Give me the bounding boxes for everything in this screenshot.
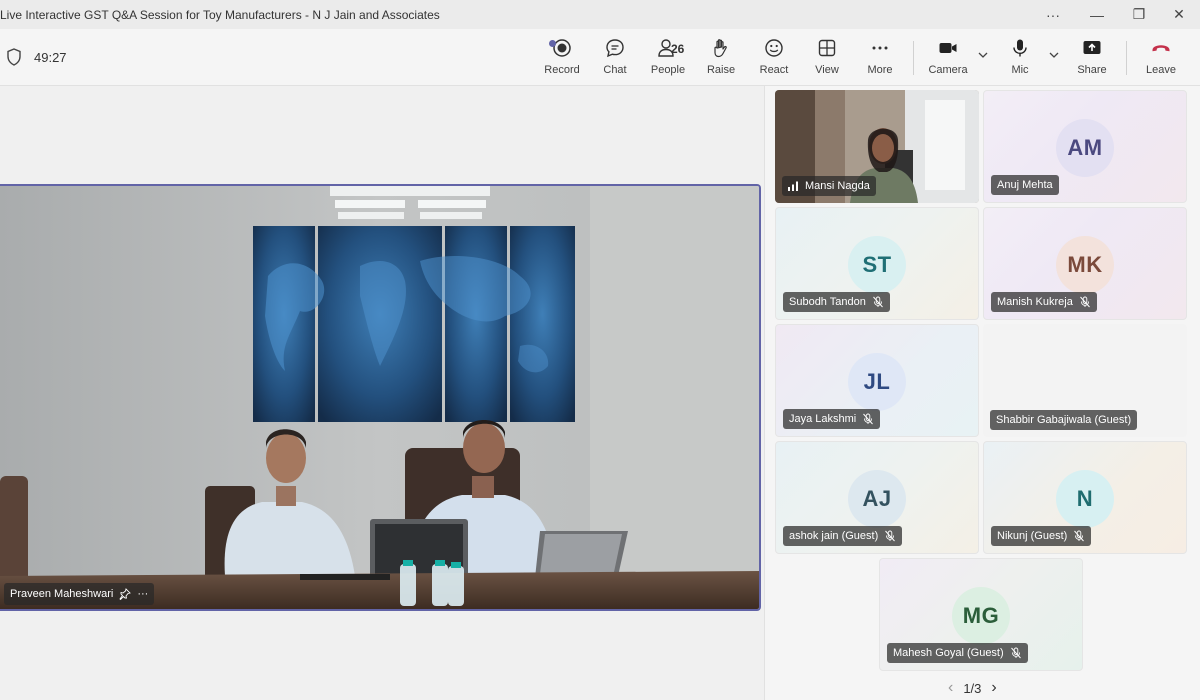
next-page-chevron-right-icon[interactable]: › <box>991 679 996 697</box>
view-label: View <box>815 64 839 76</box>
record-label: Record <box>544 64 580 76</box>
smiley-icon <box>765 39 783 57</box>
camera-icon <box>939 43 957 53</box>
mic-off-icon <box>863 413 874 425</box>
mic-off-icon <box>885 530 896 542</box>
people-count-badge: 26 <box>671 42 685 56</box>
raise-hand-icon <box>714 39 727 58</box>
mic-label: Mic <box>1011 64 1029 76</box>
participant-tile-anuj-mehta[interactable]: AM Anuj Mehta <box>983 90 1187 203</box>
avatar: JL <box>848 353 906 411</box>
microphone-icon <box>1013 39 1027 57</box>
avatar: MK <box>1056 236 1114 294</box>
gallery-pager: ‹ 1/3 › <box>948 679 997 697</box>
main-video-more-button[interactable]: ··· <box>137 588 148 600</box>
signal-strength-icon <box>788 181 798 191</box>
participant-nametag: Anuj Mehta <box>991 175 1059 195</box>
participant-nametag: Manish Kukreja <box>991 292 1097 312</box>
participant-nametag: ashok jain (Guest) <box>783 526 903 546</box>
avatar: AM <box>1056 119 1114 177</box>
mic-off-icon <box>1079 296 1090 308</box>
participant-name: Shabbir Gabajiwala (Guest) <box>996 414 1132 426</box>
hang-up-phone-icon <box>1152 45 1170 52</box>
participant-nametag: Subodh Tandon <box>783 292 890 312</box>
participant-name: ashok jain (Guest) <box>789 530 879 542</box>
maximize-button[interactable]: ❐ <box>1118 0 1160 29</box>
participant-name: Mahesh Goyal (Guest) <box>893 647 1004 659</box>
chat-icon <box>606 39 624 58</box>
meeting-toolbar: 49:27 Record Chat People 26 Raise React … <box>0 29 1200 86</box>
page-indicator: 1/3 <box>963 680 982 696</box>
participant-tile-ashok-jain[interactable]: AJ ashok jain (Guest) <box>775 441 979 554</box>
record-button[interactable]: Record <box>536 37 588 81</box>
avatar: N <box>1056 470 1114 528</box>
avatar: MG <box>952 587 1010 645</box>
react-button[interactable]: React <box>748 37 800 81</box>
close-window-button[interactable]: ✕ <box>1158 0 1200 29</box>
toolbar-divider <box>1126 41 1127 75</box>
chat-button[interactable]: Chat <box>589 37 641 81</box>
camera-options-chevron-down-icon[interactable] <box>977 49 989 61</box>
participant-tile-nikunj[interactable]: N Nikunj (Guest) <box>983 441 1187 554</box>
people-label: People <box>650 64 686 76</box>
more-dots-icon <box>872 46 888 50</box>
participant-nametag: Mansi Nagda <box>782 176 876 196</box>
window-title: Live Interactive GST Q&A Session for Toy… <box>0 7 440 22</box>
participant-nametag: Shabbir Gabajiwala (Guest) <box>990 410 1138 430</box>
participant-tile-shabbir-gabajiwala[interactable]: Shabbir Gabajiwala (Guest) <box>983 324 1187 437</box>
mic-options-chevron-down-icon[interactable] <box>1048 49 1060 61</box>
pin-icon <box>119 588 132 600</box>
shield-icon <box>7 48 21 66</box>
react-label: React <box>759 64 789 76</box>
meeting-timer: 49:27 <box>34 50 67 65</box>
conference-room-video <box>0 186 759 609</box>
participant-name: Subodh Tandon <box>789 296 866 308</box>
participant-name: Anuj Mehta <box>997 179 1053 191</box>
share-label: Share <box>1077 64 1107 76</box>
title-bar: Live Interactive GST Q&A Session for Toy… <box>0 0 1200 29</box>
raise-hand-button[interactable]: Raise <box>695 37 747 81</box>
camera-label: Camera <box>928 64 968 76</box>
participant-name: Manish Kukreja <box>997 296 1073 308</box>
participant-nametag: Jaya Lakshmi <box>783 409 881 429</box>
avatar: AJ <box>848 470 906 528</box>
participant-name: Nikunj (Guest) <box>997 530 1068 542</box>
recording-indicator-dot <box>549 40 556 47</box>
chat-label: Chat <box>603 64 627 76</box>
leave-label: Leave <box>1146 64 1176 76</box>
mic-off-icon <box>873 296 883 308</box>
participant-tile-manish-kukreja[interactable]: MK Manish Kukreja <box>983 207 1187 320</box>
toolbar-divider <box>913 41 914 75</box>
participant-name: Mansi Nagda <box>805 180 870 192</box>
share-screen-icon <box>1083 41 1101 54</box>
participant-nametag: Mahesh Goyal (Guest) <box>887 643 1028 663</box>
participant-nametag: Nikunj (Guest) <box>991 526 1092 546</box>
more-label: More <box>867 64 893 76</box>
participant-tile-mahesh-goyal[interactable]: MG Mahesh Goyal (Guest) <box>879 558 1083 671</box>
grid-view-icon <box>818 39 836 57</box>
avatar: ST <box>848 236 906 294</box>
camera-button[interactable]: Camera <box>922 37 974 81</box>
raise-label: Raise <box>706 64 736 76</box>
participant-tile-jaya-lakshmi[interactable]: JL Jaya Lakshmi <box>775 324 979 437</box>
previous-page-chevron-left-icon[interactable]: ‹ <box>948 679 953 697</box>
view-button[interactable]: View <box>801 37 853 81</box>
people-button[interactable]: People <box>642 37 694 81</box>
leave-button[interactable]: Leave <box>1135 37 1187 81</box>
participant-tile-subodh-tandon[interactable]: ST Subodh Tandon <box>775 207 979 320</box>
participant-name: Jaya Lakshmi <box>789 413 857 425</box>
window-more-button[interactable]: ··· <box>1032 0 1074 29</box>
main-video-pinned-participant[interactable]: Praveen Maheshwari ··· <box>0 184 761 611</box>
mic-button[interactable]: Mic <box>994 37 1046 81</box>
participant-tile-mansi-nagda[interactable]: Mansi Nagda <box>775 90 979 203</box>
mic-off-icon <box>1074 530 1085 542</box>
main-video-nametag: Praveen Maheshwari ··· <box>4 583 155 605</box>
minimize-button[interactable]: — <box>1076 0 1118 29</box>
more-button[interactable]: More <box>854 37 906 81</box>
mic-off-icon <box>1010 647 1021 659</box>
main-participant-name: Praveen Maheshwari <box>10 588 114 600</box>
share-button[interactable]: Share <box>1066 37 1118 81</box>
